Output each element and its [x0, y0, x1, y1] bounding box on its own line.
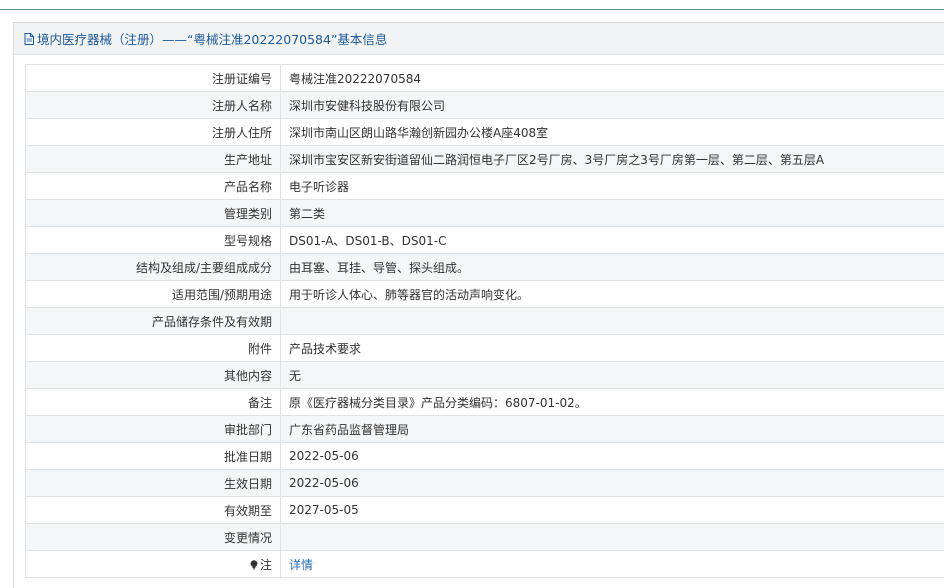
row-label: 其他内容: [25, 361, 281, 389]
row-value: 深圳市南山区朗山路华瀚创新园办公楼A座408室: [280, 118, 944, 146]
row-value: 无: [280, 361, 944, 389]
table-row: 生效日期 2022-05-06: [25, 469, 944, 497]
info-panel: 境内医疗器械（注册）——“粤械注准20222070584”基本信息 注册证编号 …: [13, 22, 944, 588]
row-value: 2022-05-06: [280, 469, 944, 497]
row-label: 管理类别: [25, 199, 281, 227]
row-label: 适用范围/预期用途: [25, 280, 281, 308]
row-label: 附件: [25, 334, 281, 362]
row-value: 2022-05-06: [280, 442, 944, 470]
top-divider: [0, 9, 944, 10]
row-label: 审批部门: [25, 415, 281, 443]
row-value: 产品技术要求: [280, 334, 944, 362]
table-row: 型号规格 DS01-A、DS01-B、DS01-C: [25, 226, 944, 254]
table-row: 变更情况: [25, 523, 944, 551]
row-value: 广东省药品监督管理局: [280, 415, 944, 443]
table-row: 注册人住所 深圳市南山区朗山路华瀚创新园办公楼A座408室: [25, 118, 944, 146]
table-row: 有效期至 2027-05-05: [25, 496, 944, 524]
row-label: 生产地址: [25, 145, 281, 173]
table-row: 产品名称 电子听诊器: [25, 172, 944, 200]
row-label: 生效日期: [25, 469, 281, 497]
row-label: 注册人住所: [25, 118, 281, 146]
table-row: 附件 产品技术要求: [25, 334, 944, 362]
row-value: 2027-05-05: [280, 496, 944, 524]
row-value: 由耳塞、耳挂、导管、探头组成。: [280, 253, 944, 281]
row-label: 产品名称: [25, 172, 281, 200]
row-value: 粤械注准20222070584: [280, 64, 944, 92]
row-label: 备注: [25, 388, 281, 416]
note-label: 注: [259, 557, 272, 572]
info-table: 注册证编号 粤械注准20222070584 注册人名称 深圳市安健科技股份有限公…: [25, 64, 944, 578]
row-value: 电子听诊器: [280, 172, 944, 200]
table-row: 适用范围/预期用途 用于听诊人体心、肺等器官的活动声响变化。: [25, 280, 944, 308]
row-value: 第二类: [280, 199, 944, 227]
row-value: 原《医疗器械分类目录》产品分类编码：6807-01-02。: [280, 388, 944, 416]
row-label: 注册证编号: [25, 64, 281, 92]
table-row: 其他内容 无: [25, 361, 944, 389]
row-label: 变更情况: [25, 523, 281, 551]
row-label: 批准日期: [25, 442, 281, 470]
note-label-cell: 注: [25, 550, 281, 578]
lightbulb-icon: [250, 559, 258, 569]
table-row: 批准日期 2022-05-06: [25, 442, 944, 470]
detail-link[interactable]: 详情: [289, 558, 313, 572]
table-row: 生产地址 深圳市宝安区新安街道留仙二路润恒电子厂区2号厂房、3号厂房之3号厂房第…: [25, 145, 944, 173]
row-label: 有效期至: [25, 496, 281, 524]
panel-title: 境内医疗器械（注册）——“粤械注准20222070584”基本信息: [37, 32, 388, 47]
table-row: 管理类别 第二类: [25, 199, 944, 227]
table-row: 注册人名称 深圳市安健科技股份有限公司: [25, 91, 944, 119]
note-row: 注 详情: [25, 550, 944, 578]
row-value: [280, 307, 944, 335]
table-row: 注册证编号 粤械注准20222070584: [25, 64, 944, 92]
table-row: 备注 原《医疗器械分类目录》产品分类编码：6807-01-02。: [25, 388, 944, 416]
row-value: 深圳市安健科技股份有限公司: [280, 91, 944, 119]
document-icon: [24, 32, 34, 45]
note-value-cell: 详情: [280, 550, 944, 578]
panel-header: 境内医疗器械（注册）——“粤械注准20222070584”基本信息: [14, 23, 944, 55]
row-label: 型号规格: [25, 226, 281, 254]
row-label: 结构及组成/主要组成成分: [25, 253, 281, 281]
table-row: 产品储存条件及有效期: [25, 307, 944, 335]
table-row: 结构及组成/主要组成成分 由耳塞、耳挂、导管、探头组成。: [25, 253, 944, 281]
table-row: 审批部门 广东省药品监督管理局: [25, 415, 944, 443]
row-value: 深圳市宝安区新安街道留仙二路润恒电子厂区2号厂房、3号厂房之3号厂房第一层、第二…: [280, 145, 944, 173]
row-label: 产品储存条件及有效期: [25, 307, 281, 335]
row-label: 注册人名称: [25, 91, 281, 119]
row-value: DS01-A、DS01-B、DS01-C: [280, 226, 944, 254]
row-value: [280, 523, 944, 551]
row-value: 用于听诊人体心、肺等器官的活动声响变化。: [280, 280, 944, 308]
